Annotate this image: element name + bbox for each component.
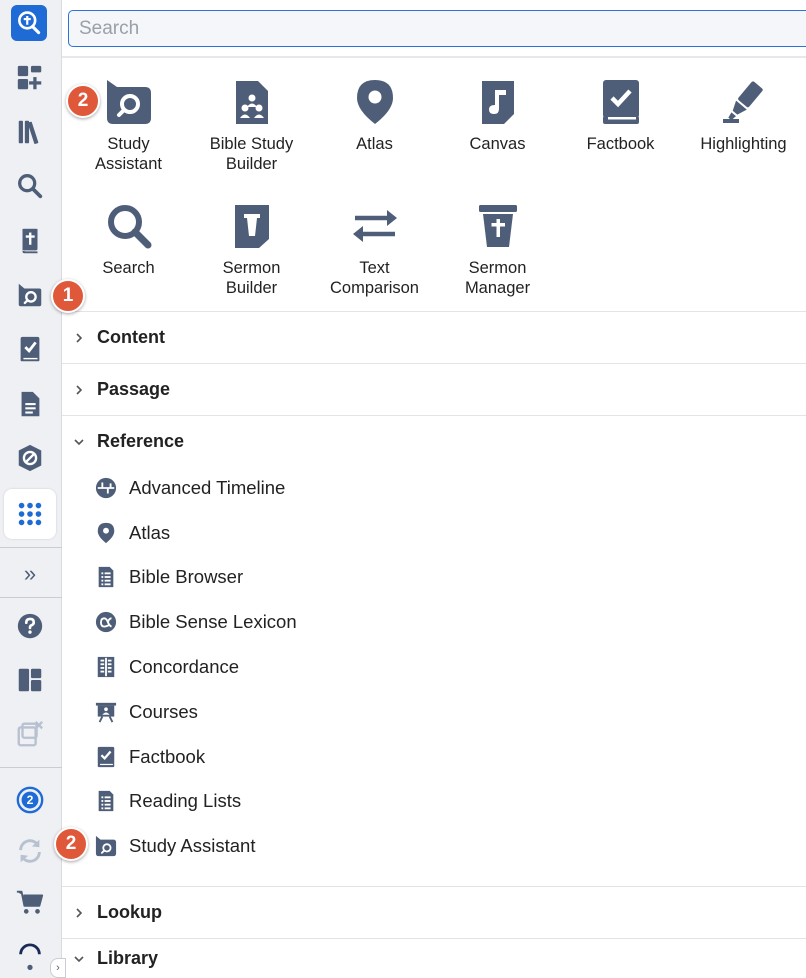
guides-icon[interactable] — [4, 433, 56, 483]
reference-item-atlas[interactable]: Atlas — [95, 518, 170, 548]
section-title: Content — [97, 327, 165, 347]
reference-item-bible-sense-lexicon[interactable]: Bible Sense Lexicon — [95, 607, 297, 637]
tool-label: Highlighting — [700, 135, 787, 153]
section-title: Library — [97, 948, 159, 968]
tool-label: Factbook — [586, 135, 655, 153]
reference-item-study-assistant[interactable]: Study Assistant — [95, 831, 255, 861]
tool-label: Search — [102, 259, 155, 277]
factbook-icon — [602, 80, 639, 124]
reference-item-reading-lists[interactable]: Reading Lists — [95, 786, 241, 816]
tool-label: Text Comparison — [330, 259, 419, 297]
tool-label: Study Assistant — [95, 135, 162, 173]
sermon-manager-icon — [478, 205, 517, 247]
logo-icon[interactable] — [11, 5, 47, 41]
atlas-icon — [356, 80, 393, 124]
add-dashboard-icon[interactable] — [4, 53, 56, 103]
document-icon[interactable] — [4, 379, 56, 429]
tool-highlighting[interactable]: Highlighting — [682, 78, 805, 154]
notifications-icon[interactable]: 2 — [4, 775, 56, 825]
section-library[interactable]: Library — [62, 938, 806, 978]
section-title: Lookup — [97, 902, 162, 922]
layouts-icon[interactable] — [4, 655, 56, 705]
tool-factbook[interactable]: Factbook — [559, 78, 682, 154]
section-content[interactable]: Content — [62, 311, 806, 363]
more-icon[interactable] — [4, 937, 56, 978]
collapse-tab[interactable]: › — [50, 958, 66, 978]
expand-icon[interactable]: » — [4, 551, 56, 597]
chevron-down-icon — [74, 955, 84, 962]
tools-panel: Study Assistant Bible Study Builder Atla… — [62, 0, 806, 978]
timeline-icon — [95, 477, 117, 499]
sermon-builder-icon — [234, 205, 269, 248]
bible-icon[interactable] — [4, 216, 56, 266]
study-assistant-icon[interactable] — [4, 270, 56, 320]
tool-bible-study-builder[interactable]: Bible Study Builder — [190, 78, 313, 174]
reference-item-bible-browser[interactable]: Bible Browser — [95, 562, 243, 592]
callout-badge-1: 1 — [51, 279, 85, 313]
section-passage[interactable]: Passage — [62, 363, 806, 415]
search-input[interactable] — [69, 11, 806, 46]
cart-icon[interactable] — [4, 877, 56, 927]
help-icon[interactable] — [4, 601, 56, 651]
chevron-right-icon — [76, 332, 83, 343]
search-icon[interactable] — [4, 161, 56, 211]
section-reference[interactable]: Reference — [62, 415, 806, 467]
reference-item-courses[interactable]: Courses — [95, 697, 198, 727]
tool-text-comparison[interactable]: Text Comparison — [313, 202, 436, 298]
reading-list-icon — [98, 790, 114, 812]
tool-search[interactable]: Search — [67, 202, 190, 278]
courses-icon — [95, 702, 117, 723]
callout-badge-2: 2 — [54, 827, 88, 861]
sync-icon[interactable] — [4, 826, 56, 876]
tool-atlas[interactable]: Atlas — [313, 78, 436, 154]
tool-label: Atlas — [356, 135, 393, 153]
text-comparison-icon — [352, 210, 397, 242]
chevron-down-icon — [74, 438, 84, 445]
canvas-icon — [481, 81, 514, 124]
tool-sermon-manager[interactable]: Sermon Manager — [436, 202, 559, 298]
section-title: Passage — [97, 379, 171, 399]
section-title: Reference — [97, 431, 185, 451]
highlighter-icon — [722, 81, 763, 123]
tool-label: Bible Study Builder — [209, 135, 294, 173]
map-pin-icon — [97, 522, 115, 544]
library-icon[interactable] — [4, 107, 56, 157]
callout-badge-2: 2 — [66, 84, 100, 118]
factbook-icon[interactable] — [4, 324, 56, 374]
factbook-icon — [97, 746, 115, 768]
lexicon-icon — [95, 611, 117, 633]
search-icon — [107, 205, 151, 249]
left-rail: » 2 — [0, 0, 62, 978]
bible-study-builder-icon — [235, 81, 268, 124]
list-document-icon — [98, 566, 114, 588]
tool-sermon-builder[interactable]: Sermon Builder — [190, 202, 313, 298]
tool-label: Canvas — [469, 135, 526, 153]
search-box[interactable] — [68, 10, 806, 47]
tool-canvas[interactable]: Canvas — [436, 78, 559, 154]
section-lookup[interactable]: Lookup — [62, 886, 806, 938]
chevron-right-icon — [76, 907, 83, 918]
study-assistant-icon — [106, 80, 151, 124]
tool-label: Sermon Builder — [222, 259, 281, 297]
reference-item-advanced-timeline[interactable]: Advanced Timeline — [95, 473, 285, 503]
reference-item-factbook[interactable]: Factbook — [95, 742, 205, 772]
concordance-icon — [97, 656, 115, 678]
study-assistant-icon — [95, 835, 117, 857]
svg-text:2: 2 — [27, 793, 34, 807]
apps-grid-icon[interactable] — [4, 489, 56, 539]
chevron-right-icon — [76, 384, 83, 395]
close-panels-icon[interactable] — [4, 709, 56, 759]
reference-item-concordance[interactable]: Concordance — [95, 652, 239, 682]
tool-label: Sermon Manager — [464, 259, 531, 297]
